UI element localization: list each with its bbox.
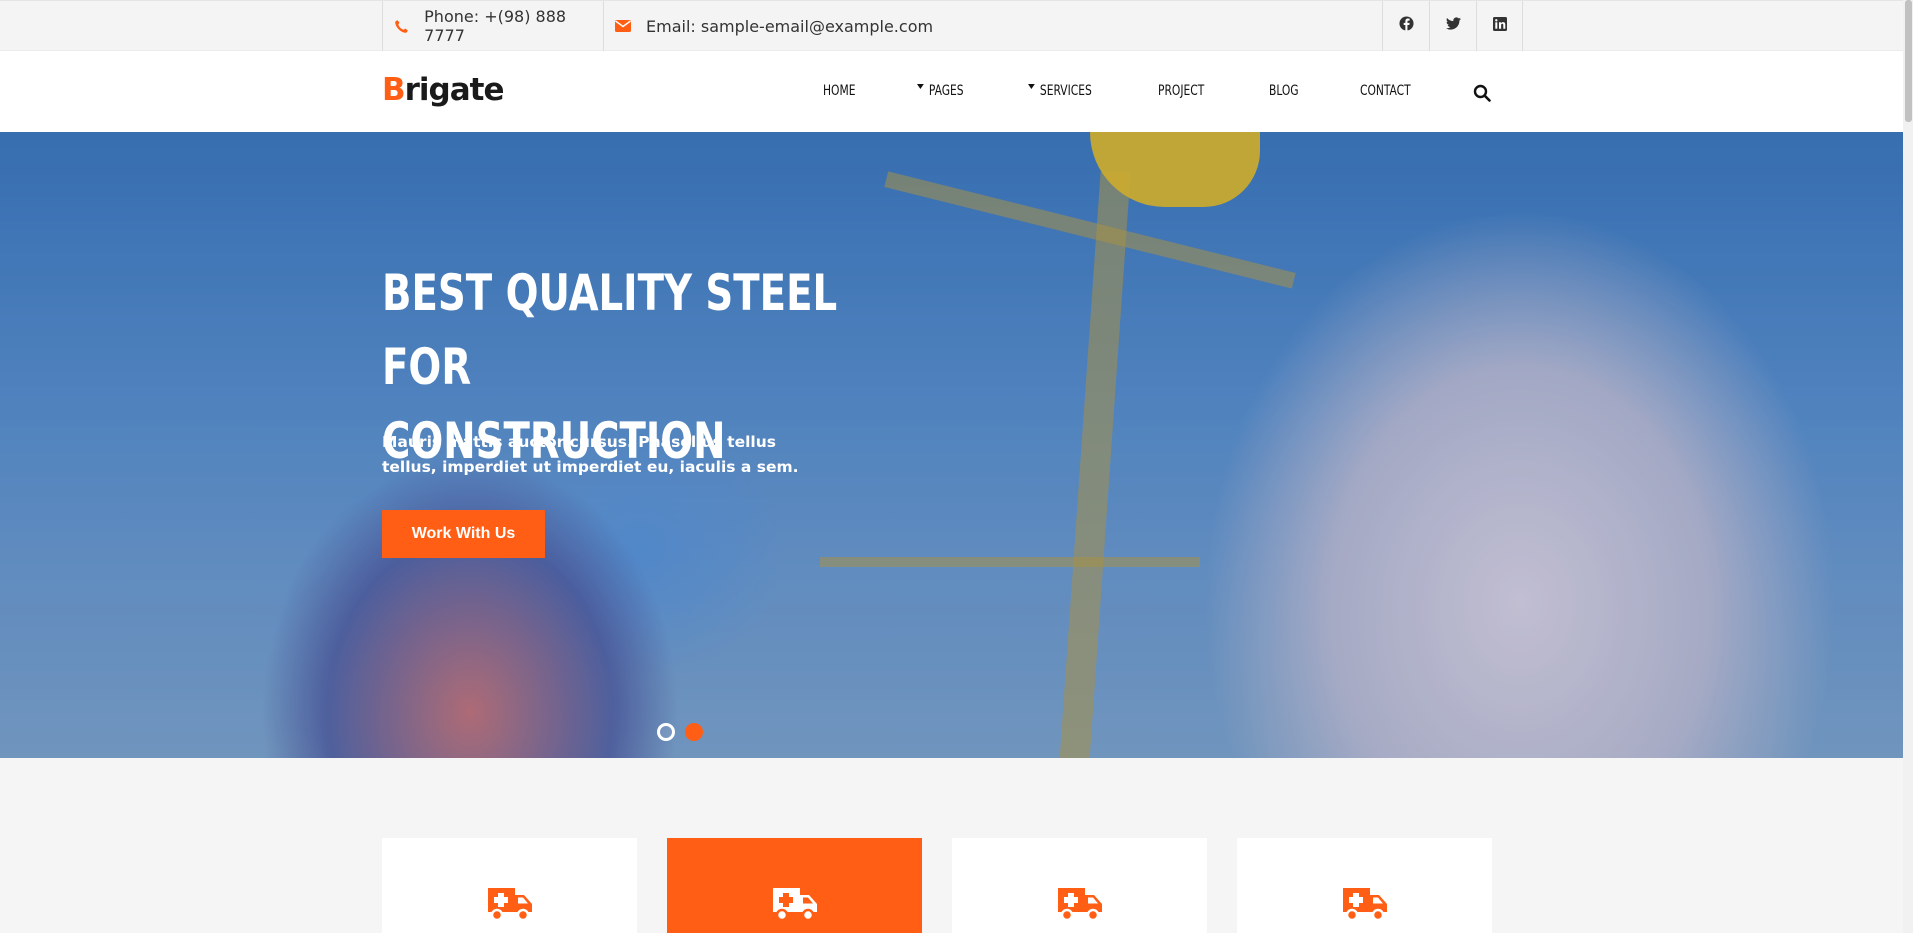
slider-pagination (657, 723, 703, 741)
logo-initial: B (382, 72, 406, 108)
phone-contact[interactable]: Phone: +(98) 888 7777 (382, 1, 604, 51)
nav-blog-label: BLOG (1269, 83, 1299, 99)
hero-overlay (0, 132, 1903, 758)
linkedin-link[interactable] (1476, 1, 1523, 51)
hero-title-line1: BEST QUALITY STEEL FOR (382, 264, 838, 396)
work-with-us-button[interactable]: Work With Us (382, 510, 545, 558)
service-card[interactable] (382, 838, 637, 933)
slide-dot-1[interactable] (657, 723, 675, 741)
scrollbar-thumb[interactable] (1905, 0, 1912, 122)
facebook-icon (1398, 16, 1414, 36)
nav-pages-label: PAGES (928, 83, 964, 99)
hero-slider: BEST QUALITY STEEL FOR CONSTRUCTION Mauri… (0, 132, 1903, 758)
caret-down-icon (1028, 83, 1035, 89)
ambulance-icon (485, 884, 535, 933)
page-scrollbar[interactable] (1903, 0, 1913, 933)
search-button[interactable] (1473, 84, 1493, 104)
nav-services-label: SERVICES (1039, 83, 1092, 99)
email-contact[interactable]: Email: sample-email@example.com (604, 1, 933, 51)
twitter-link[interactable] (1429, 1, 1476, 51)
nav-project-label: PROJECT (1158, 83, 1205, 99)
ambulance-icon (1055, 884, 1105, 933)
nav-home[interactable]: HOME (823, 83, 855, 99)
nav-contact[interactable]: CONTACT (1360, 83, 1411, 99)
service-cards (382, 838, 1492, 933)
caret-down-icon (917, 83, 924, 89)
twitter-icon (1445, 17, 1461, 35)
nav-contact-label: CONTACT (1360, 83, 1411, 99)
phone-text: Phone: +(98) 888 7777 (424, 7, 567, 45)
top-bar: Phone: +(98) 888 7777 Email: sample-emai… (0, 0, 1903, 51)
ambulance-icon (770, 884, 820, 933)
logo-text: rigate (404, 72, 505, 108)
search-icon (1473, 84, 1491, 106)
phone-icon (393, 17, 410, 35)
nav-project[interactable]: PROJECT (1158, 83, 1204, 99)
nav-pages[interactable]: PAGES (917, 83, 964, 99)
brand-logo[interactable]: Brigate (382, 72, 505, 108)
service-card[interactable] (1237, 838, 1492, 933)
ambulance-icon (1340, 884, 1390, 933)
social-links (1382, 1, 1523, 51)
nav-blog[interactable]: BLOG (1269, 83, 1299, 99)
service-card[interactable] (952, 838, 1207, 933)
nav-home-label: HOME (823, 83, 856, 99)
linkedin-icon (1492, 16, 1507, 36)
service-card-active[interactable] (667, 838, 922, 933)
hero-text: Mauris mattis auctor cursus. Phasellus t… (382, 433, 799, 476)
main-header: Brigate HOME PAGES SERVICES PROJECT BLOG… (0, 51, 1903, 132)
email-text: Email: sample-email@example.com (646, 16, 934, 36)
slide-dot-2[interactable] (685, 723, 703, 741)
envelope-icon (614, 17, 632, 35)
facebook-link[interactable] (1382, 1, 1429, 51)
nav-services[interactable]: SERVICES (1028, 83, 1092, 99)
